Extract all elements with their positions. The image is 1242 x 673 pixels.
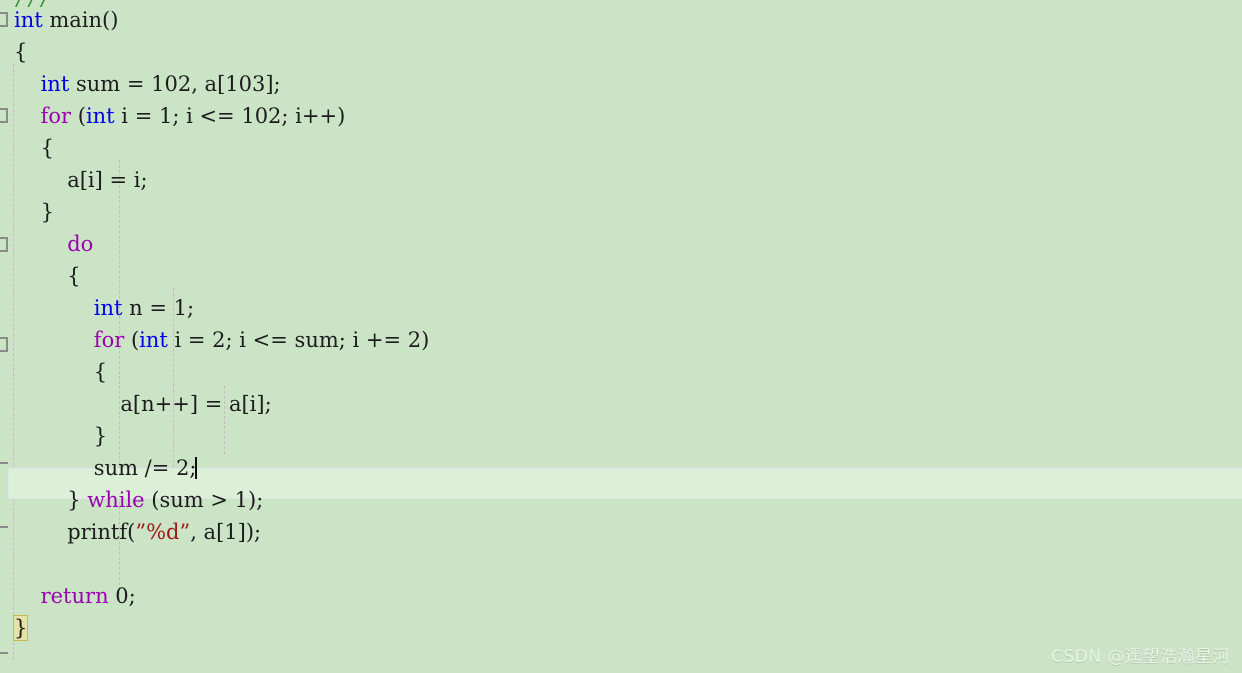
code-token: a[n++] = a[i]; [120, 392, 272, 416]
code-line[interactable]: { [0, 36, 1242, 68]
code-line[interactable]: for (int i = 1; i <= 102; i++) [0, 100, 1242, 132]
code-token: int [93, 296, 123, 320]
code-token: } [67, 488, 88, 512]
code-token: for [93, 328, 125, 352]
code-token: a[i] = i; [67, 168, 148, 192]
code-line[interactable]: } while (sum > 1); [0, 484, 1242, 516]
code-token: i = 2; i <= sum; i += 2) [167, 328, 430, 352]
code-token: sum = 102, a[103]; [69, 72, 281, 96]
code-line[interactable]: } [0, 612, 1242, 644]
code-token: n = 1; [122, 296, 195, 320]
code-token: do [67, 232, 94, 256]
code-token: { [14, 40, 28, 64]
code-token: for [40, 104, 72, 128]
code-token: } [93, 424, 108, 448]
code-line[interactable]: return 0; [0, 580, 1242, 612]
code-token: i = 1; i <= 102; i++) [114, 104, 346, 128]
code-line[interactable]: for (int i = 2; i <= sum; i += 2) [0, 324, 1242, 356]
code-token: int [14, 8, 43, 32]
code-line[interactable]: a[i] = i; [0, 164, 1242, 196]
code-token: int [85, 104, 115, 128]
code-token: while [87, 488, 145, 512]
code-token: 0; [108, 584, 136, 608]
code-token: main() [42, 8, 119, 32]
code-token: (sum > 1); [144, 488, 264, 512]
code-line[interactable]: } [0, 196, 1242, 228]
code-line[interactable]: int main() [0, 4, 1242, 36]
code-line[interactable]: int n = 1; [0, 292, 1242, 324]
csdn-watermark: CSDN @遥望浩瀚星河 [1051, 647, 1230, 667]
code-line[interactable]: do [0, 228, 1242, 260]
code-token: int [139, 328, 168, 352]
code-token: ( [124, 328, 140, 352]
code-line[interactable]: sum /= 2; [0, 452, 1242, 484]
code-token: ”%d” [135, 520, 191, 544]
code-line[interactable]: } [0, 420, 1242, 452]
code-text-area[interactable]: int main(){int sum = 102, a[103]; for (in… [0, 0, 1242, 673]
code-line[interactable]: { [0, 260, 1242, 292]
code-token: } [40, 200, 54, 224]
code-line[interactable]: { [0, 132, 1242, 164]
text-cursor [195, 457, 198, 479]
code-line[interactable]: { [0, 356, 1242, 388]
code-editor-pane[interactable]: /// int main(){int sum = 102, a[103];for… [0, 0, 1242, 673]
code-token: { [93, 360, 108, 384]
code-token: return [40, 584, 109, 608]
code-line[interactable]: int sum = 102, a[103]; [0, 68, 1242, 100]
code-token: { [67, 264, 81, 288]
code-token: ( [71, 104, 86, 128]
code-line[interactable] [0, 548, 1242, 580]
code-token: int [40, 72, 70, 96]
code-line[interactable]: printf(”%d”, a[1]); [0, 516, 1242, 548]
code-token: printf( [67, 520, 136, 544]
code-token: sum /= 2; [93, 456, 197, 480]
code-line[interactable]: a[n++] = a[i]; [0, 388, 1242, 420]
code-token: , a[1]); [190, 520, 262, 544]
code-token: { [40, 136, 54, 160]
code-token: } [12, 615, 29, 641]
